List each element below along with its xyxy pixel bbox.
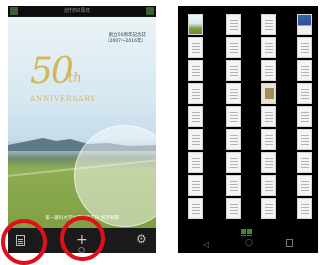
page-text-lines [230,158,238,159]
page-text-lines [265,20,273,21]
page-text-lines [230,112,238,113]
page-text-lines [301,181,309,182]
cover-title: 創立50周年記念誌 （2007～2016年） [86,33,146,45]
page-text-lines [192,66,200,67]
page-text-lines [301,89,309,90]
page-thumbnail[interactable] [297,106,312,127]
page-thumbnail[interactable] [226,14,241,35]
home-icon[interactable]: ○ [245,238,253,248]
thumbnail-screen: ◁ ○ [178,6,318,253]
android-nav-bar: ◁ ○ [178,236,318,253]
page-thumbnail[interactable] [226,60,241,81]
page-thumbnail[interactable] [261,175,276,196]
page-thumbnail[interactable] [297,83,312,104]
page-thumbnail[interactable] [261,37,276,58]
page-thumbnail[interactable] [188,37,203,58]
page-text-lines [230,181,238,182]
page-thumbnail[interactable] [226,129,241,150]
page-text-lines [301,112,309,113]
page-thumbnail[interactable] [261,129,276,150]
anniversary-logo-suffix: th [68,71,82,86]
page-thumbnail[interactable] [188,60,203,81]
page-thumbnail[interactable] [188,106,203,127]
magazine-cover[interactable]: 創立50周年記念誌 （2007～2016年） 50 th ANNIVERSARY… [8,17,156,228]
page-text-lines [301,66,309,67]
page-text-lines [192,204,200,205]
status-bar: 创刊50周年 [8,6,156,16]
page-thumbnail[interactable] [297,129,312,150]
page-text-lines [192,112,200,113]
page-thumbnail[interactable] [226,83,241,104]
highlight-circle-document [1,219,47,265]
back-icon[interactable] [10,7,18,15]
page-text-lines [265,112,273,113]
page-thumbnail[interactable] [261,14,276,35]
page-text-lines [265,66,273,67]
page-text-lines [265,158,273,159]
page-text-lines [230,20,238,21]
page-text-lines [301,158,309,159]
gear-icon[interactable]: ⚙ [136,232,147,246]
anniversary-logo-word: ANNIVERSARY [30,95,97,103]
page-thumbnail[interactable] [297,14,312,35]
page-thumbnail[interactable] [226,106,241,127]
page-thumbnail[interactable] [261,198,276,219]
page-photo [265,88,274,99]
page-text-lines [301,204,309,205]
page-text-lines [230,66,238,67]
page-thumbnail[interactable] [261,83,276,104]
page-thumbnail[interactable] [261,152,276,173]
highlight-circle-add [60,216,105,261]
page-thumbnail[interactable] [297,175,312,196]
page-thumbnail[interactable] [261,60,276,81]
status-title: 创刊50周年 [64,8,91,14]
page-thumbnail[interactable] [188,14,203,35]
page-text-lines [230,43,238,44]
page-thumbnail[interactable] [226,198,241,219]
page-thumbnail[interactable] [188,198,203,219]
page-text-lines [301,135,309,136]
page-thumbnail[interactable] [188,152,203,173]
page-thumbnail[interactable] [226,152,241,173]
page-text-lines [265,135,273,136]
page-thumbnail[interactable] [297,152,312,173]
page-text-lines [265,204,273,205]
page-thumbnail[interactable] [188,129,203,150]
help-icon[interactable] [146,7,154,15]
page-text-lines [192,158,200,159]
page-thumbnail[interactable] [297,37,312,58]
page-thumbnail[interactable] [261,106,276,127]
page-text-lines [265,181,273,182]
cover-title-line: （2007～2016年） [105,39,146,44]
page-text-lines [230,89,238,90]
page-text-lines [230,135,238,136]
page-thumbnail[interactable] [297,60,312,81]
page-text-lines [192,181,200,182]
page-thumbnail[interactable] [188,83,203,104]
page-thumbnail[interactable] [188,175,203,196]
page-text-lines [192,43,200,44]
page-thumbnail[interactable] [226,37,241,58]
page-text-lines [230,204,238,205]
page-text-lines [265,43,273,44]
back-icon[interactable]: ◁ [203,240,209,249]
page-text-lines [192,135,200,136]
page-thumbnail[interactable] [297,198,312,219]
page-thumbnail[interactable] [226,175,241,196]
recent-apps-icon[interactable] [286,239,293,247]
anniversary-logo-number: 50 [30,51,74,92]
page-text-lines [192,89,200,90]
page-text-lines [301,43,309,44]
